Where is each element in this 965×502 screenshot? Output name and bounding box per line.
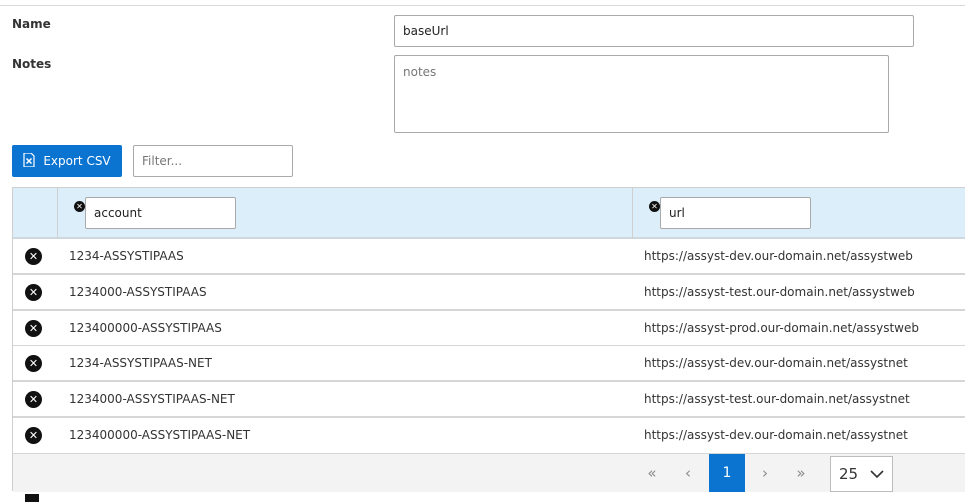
- name-value: baseUrl: [403, 24, 449, 38]
- table-row: ✕ 123400000-ASSYSTIPAAS-NET https://assy…: [13, 418, 965, 454]
- account-cell: 1234000-ASSYSTIPAAS-NET: [69, 392, 235, 406]
- name-label: Name: [12, 17, 51, 31]
- remove-row-icon[interactable]: ✕: [25, 248, 42, 265]
- page-size-select[interactable]: 25: [830, 456, 893, 492]
- url-cell: https://assyst-prod.our-domain.net/assys…: [644, 321, 919, 335]
- file-excel-icon: [23, 151, 35, 170]
- table-row: ✕ 1234000-ASSYSTIPAAS-NET https://assyst…: [13, 382, 965, 418]
- url-filter-value: url: [669, 206, 685, 220]
- account-filter-value: account: [94, 206, 142, 220]
- clear-icon[interactable]: ✕: [649, 201, 660, 212]
- account-cell: 1234000-ASSYSTIPAAS: [69, 285, 207, 299]
- chevron-down-icon: [870, 465, 884, 483]
- account-cell: 1234-ASSYSTIPAAS-NET: [69, 356, 212, 370]
- first-page-button[interactable]: «: [634, 454, 670, 492]
- remove-row-icon[interactable]: ✕: [25, 284, 42, 301]
- account-cell: 123400000-ASSYSTIPAAS-NET: [69, 428, 251, 442]
- top-divider: [0, 5, 965, 6]
- url-cell: https://assyst-dev.our-domain.net/assyst…: [644, 428, 908, 442]
- table-row: ✕ 1234-ASSYSTIPAAS-NET https://assyst-de…: [13, 346, 965, 382]
- data-grid: ✕ account ✕ url ✕ 1234-ASSYSTIPAAS https…: [12, 187, 965, 492]
- remove-row-icon[interactable]: ✕: [25, 391, 42, 408]
- notes-field[interactable]: notes: [394, 55, 889, 133]
- page-size-value: 25: [839, 465, 859, 483]
- add-icon[interactable]: [25, 494, 39, 502]
- name-field[interactable]: baseUrl: [394, 15, 914, 47]
- export-csv-button[interactable]: Export CSV: [12, 145, 122, 177]
- url-cell: https://assyst-dev.our-domain.net/assyst…: [644, 249, 913, 263]
- url-cell: https://assyst-test.our-domain.net/assys…: [644, 392, 910, 406]
- remove-row-icon[interactable]: ✕: [25, 427, 42, 444]
- last-page-button[interactable]: »: [783, 454, 819, 492]
- filter-placeholder: Filter...: [142, 154, 183, 168]
- pagination-bar: « ‹ 1 › » 25: [13, 453, 965, 492]
- clear-icon[interactable]: ✕: [74, 201, 85, 212]
- account-cell: 123400000-ASSYSTIPAAS: [69, 321, 222, 335]
- url-filter-input[interactable]: url: [660, 197, 811, 229]
- notes-placeholder: notes: [403, 65, 437, 79]
- url-cell: https://assyst-test.our-domain.net/assys…: [644, 285, 915, 299]
- page-1-button[interactable]: 1: [709, 454, 745, 492]
- prev-page-button[interactable]: ‹: [670, 454, 706, 492]
- url-cell: https://assyst-dev.our-domain.net/assyst…: [644, 356, 908, 370]
- next-page-button[interactable]: ›: [747, 454, 783, 492]
- remove-row-icon[interactable]: ✕: [25, 320, 42, 337]
- grid-header: ✕ account ✕ url: [13, 188, 965, 239]
- account-cell: 1234-ASSYSTIPAAS: [69, 249, 184, 263]
- table-row: ✕ 1234-ASSYSTIPAAS https://assyst-dev.ou…: [13, 239, 965, 275]
- export-csv-label: Export CSV: [43, 154, 111, 168]
- remove-row-icon[interactable]: ✕: [25, 355, 42, 372]
- notes-label: Notes: [12, 57, 52, 71]
- account-filter-input[interactable]: account: [85, 197, 236, 229]
- filter-input[interactable]: Filter...: [133, 145, 293, 177]
- table-row: ✕ 123400000-ASSYSTIPAAS https://assyst-p…: [13, 311, 965, 347]
- table-row: ✕ 1234000-ASSYSTIPAAS https://assyst-tes…: [13, 275, 965, 311]
